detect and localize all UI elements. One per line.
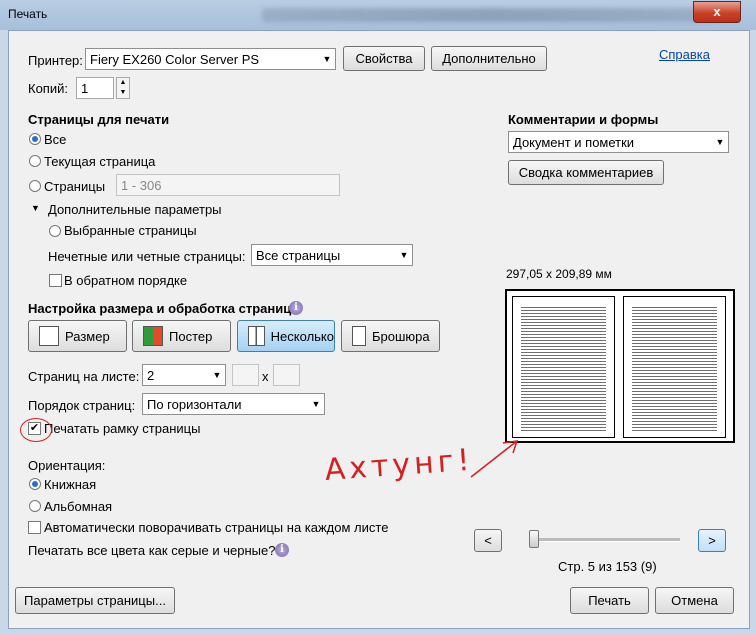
annotation-arrow	[470, 440, 519, 478]
selected-pages-label: Выбранные страницы	[64, 223, 197, 238]
preview-page-left	[512, 296, 615, 438]
close-button[interactable]: x	[693, 1, 741, 23]
poster-icon	[143, 326, 163, 346]
pages-range-radio[interactable]	[29, 180, 41, 192]
size-button[interactable]: Размер	[28, 320, 127, 352]
multiple-button-label: Несколько	[270, 328, 334, 344]
poster-button-label: Постер	[169, 328, 213, 344]
pages-range-input[interactable]: 1 - 306	[116, 174, 340, 196]
window-title: Печать	[8, 7, 48, 21]
annotation-circle	[20, 418, 52, 442]
page-order-value: По горизонтали	[147, 397, 242, 412]
odd-even-label: Нечетные или четные страницы:	[48, 249, 246, 264]
comments-value: Документ и пометки	[513, 135, 635, 150]
print-border-label: Печатать рамку страницы	[44, 421, 201, 436]
info-icon[interactable]: i	[289, 301, 303, 315]
page-order-select[interactable]: По горизонтали ▼	[142, 393, 325, 415]
help-link[interactable]: Справка	[659, 47, 710, 62]
odd-even-value: Все страницы	[256, 248, 341, 263]
previous-page-button[interactable]: <	[474, 529, 502, 552]
grid-x-label: x	[262, 369, 269, 384]
copies-input[interactable]: 1	[76, 77, 114, 99]
pages-range-label: Страницы	[44, 179, 106, 194]
page-slider-thumb[interactable]	[529, 530, 539, 548]
portrait-label: Книжная	[44, 477, 97, 492]
pages-all-label: Все	[44, 132, 67, 147]
blurred-background-text	[262, 8, 722, 22]
auto-rotate-checkbox[interactable]	[28, 521, 41, 534]
comments-select[interactable]: Документ и пометки ▼	[508, 131, 729, 153]
odd-even-select[interactable]: Все страницы ▼	[251, 244, 413, 266]
copies-spinner[interactable]: ▲ ▼	[116, 77, 130, 99]
page-info: Стр. 5 из 153 (9)	[558, 559, 657, 574]
printer-label: Принтер:	[28, 53, 83, 68]
landscape-radio[interactable]	[29, 500, 41, 512]
portrait-radio[interactable]	[29, 478, 41, 490]
grid-rows-input[interactable]	[273, 364, 300, 386]
preview-size-label: 297,05 x 209,89 мм	[506, 267, 612, 281]
dropdown-arrow-icon: ▼	[311, 399, 321, 409]
preview-page-right	[623, 296, 726, 438]
reverse-order-label: В обратном порядке	[64, 273, 188, 288]
pages-current-radio[interactable]	[29, 155, 41, 167]
advanced-button[interactable]: Дополнительно	[431, 46, 547, 71]
dropdown-arrow-icon: ▼	[212, 370, 222, 380]
cancel-button[interactable]: Отмена	[655, 587, 734, 614]
properties-button[interactable]: Свойства	[343, 46, 425, 71]
multiple-icon	[248, 326, 265, 346]
dropdown-arrow-icon: ▼	[322, 54, 332, 64]
size-button-label: Размер	[65, 328, 110, 344]
grayscale-label: Печатать все цвета как серые и черные?	[28, 543, 276, 558]
multiple-button[interactable]: Несколько	[237, 320, 335, 352]
page-preview	[505, 289, 735, 443]
grid-columns-input[interactable]	[232, 364, 259, 386]
annotation-text: Ахтунг!	[323, 442, 475, 488]
page-slider-track[interactable]	[532, 538, 680, 542]
close-icon: x	[713, 4, 721, 19]
orientation-heading: Ориентация:	[28, 458, 106, 473]
more-options-toggle[interactable]: Дополнительные параметры	[48, 202, 222, 217]
triangle-down-icon[interactable]: ▼	[31, 203, 40, 213]
print-button[interactable]: Печать	[570, 587, 649, 614]
copies-value: 1	[81, 81, 89, 96]
poster-button[interactable]: Постер	[132, 320, 231, 352]
sizing-heading: Настройка размера и обработка страниц	[28, 301, 292, 316]
page-setup-button[interactable]: Параметры страницы...	[15, 587, 175, 614]
size-icon	[39, 326, 59, 346]
printer-select[interactable]: Fiery EX260 Color Server PS ▼	[85, 48, 336, 70]
pages-current-label: Текущая страница	[44, 154, 156, 169]
pages-all-radio[interactable]	[29, 133, 41, 145]
pages-per-sheet-value: 2	[147, 368, 155, 383]
landscape-label: Альбомная	[44, 499, 113, 514]
booklet-icon	[352, 326, 366, 346]
page-order-label: Порядок страниц:	[28, 398, 136, 413]
booklet-button-label: Брошюра	[372, 328, 430, 344]
comment-summary-button[interactable]: Сводка комментариев	[508, 160, 664, 185]
copies-label: Копий:	[28, 81, 68, 96]
info-icon[interactable]: i	[275, 543, 289, 557]
selected-pages-radio[interactable]	[49, 225, 61, 237]
auto-rotate-label: Автоматически поворачивать страницы на к…	[44, 520, 389, 535]
printer-value: Fiery EX260 Color Server PS	[90, 52, 260, 67]
title-bar: Печать x	[0, 0, 756, 30]
dropdown-arrow-icon: ▼	[399, 250, 409, 260]
print-dialog: Принтер: Fiery EX260 Color Server PS ▼ С…	[8, 30, 750, 629]
reverse-order-checkbox[interactable]	[49, 274, 62, 287]
pages-range-placeholder: 1 - 306	[121, 178, 162, 193]
dropdown-arrow-icon: ▼	[715, 137, 725, 147]
pages-heading: Страницы для печати	[28, 112, 170, 127]
pages-per-sheet-select[interactable]: 2 ▼	[142, 364, 226, 386]
pages-per-sheet-label: Страниц на листе:	[28, 369, 140, 384]
comments-heading: Комментарии и формы	[508, 112, 659, 127]
next-page-button[interactable]: >	[698, 529, 726, 552]
booklet-button[interactable]: Брошюра	[341, 320, 440, 352]
